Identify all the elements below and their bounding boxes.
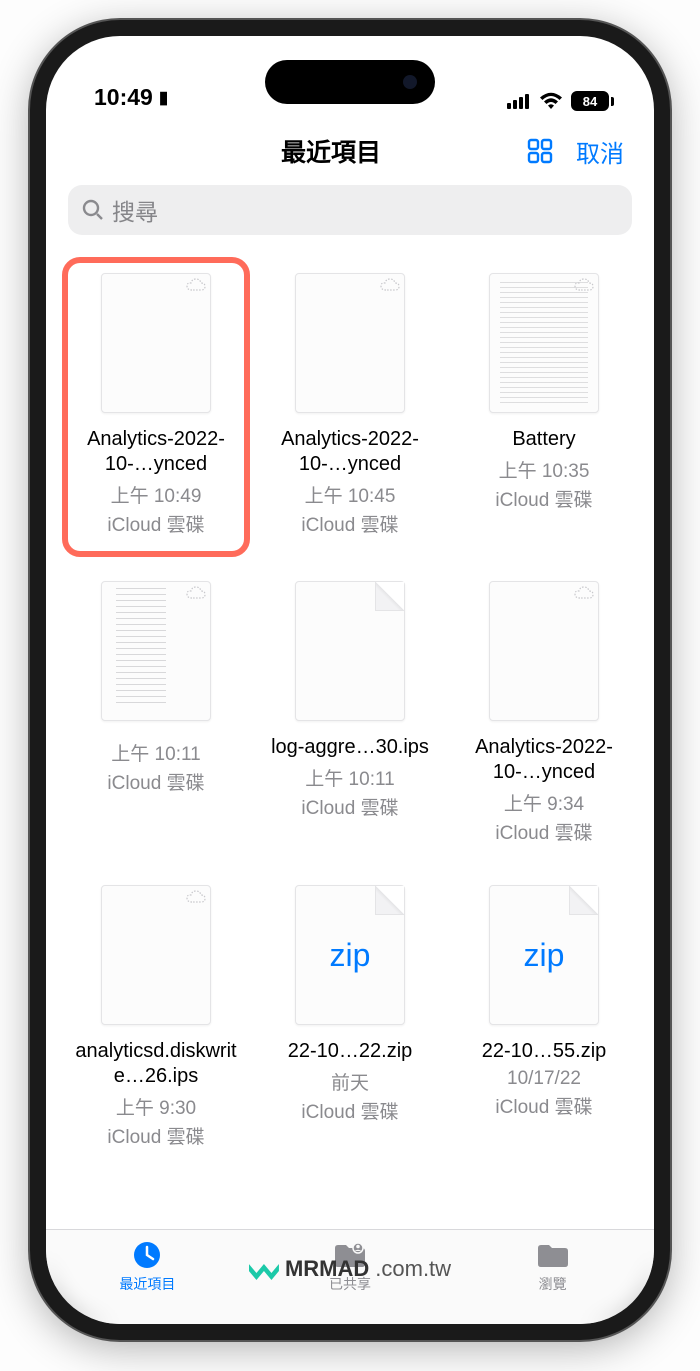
file-item[interactable]: Analytics-2022-10-…ynced 上午 9:34iCloud 雲碟: [452, 575, 636, 851]
file-time: 上午 10:45: [305, 481, 396, 508]
file-thumbnail: [101, 581, 211, 721]
file-item[interactable]: analyticsd.diskwrite…26.ips 上午 9:30iCloud…: [64, 879, 248, 1155]
folder-person-icon: [333, 1240, 367, 1270]
file-thumbnail: [101, 273, 211, 413]
file-thumbnail: zip: [295, 885, 405, 1025]
tab-recents[interactable]: 最近項目: [46, 1230, 249, 1324]
cancel-button[interactable]: 取消: [576, 134, 624, 169]
cellular-icon: [507, 93, 531, 109]
file-time: 上午 9:30: [116, 1093, 196, 1120]
file-name: Battery: [512, 427, 575, 452]
file-name: log-aggre…30.ips: [271, 735, 429, 760]
file-item[interactable]: Analytics-2022-10-…ynced 上午 10:49iCloud 雲…: [62, 257, 250, 557]
file-location: iCloud 雲碟: [107, 510, 204, 537]
file-item[interactable]: log-aggre…30.ips 上午 10:11iCloud 雲碟: [258, 575, 442, 851]
file-name: Analytics-2022-10-…ynced: [265, 427, 435, 477]
search-icon: [82, 199, 104, 221]
file-thumbnail: [295, 273, 405, 413]
file-location: iCloud 雲碟: [495, 1092, 592, 1119]
file-location: iCloud 雲碟: [301, 1097, 398, 1124]
tab-bar: 最近項目 已共享 瀏覽: [46, 1229, 654, 1324]
file-name: Analytics-2022-10-…ynced: [459, 735, 629, 785]
folder-icon: [536, 1240, 570, 1270]
lock-icon: ▮: [159, 88, 168, 108]
file-thumbnail: [489, 273, 599, 413]
file-name: analyticsd.diskwrite…26.ips: [71, 1039, 241, 1089]
file-item[interactable]: Battery 上午 10:35iCloud 雲碟: [452, 267, 636, 547]
wifi-icon: [539, 92, 563, 110]
cloud-icon: [186, 890, 206, 904]
file-thumbnail: [489, 581, 599, 721]
file-time: 上午 10:11: [305, 764, 394, 791]
dynamic-island: [265, 60, 435, 104]
file-location: iCloud 雲碟: [301, 793, 398, 820]
file-item[interactable]: 上午 10:11iCloud 雲碟: [64, 575, 248, 851]
file-item[interactable]: Analytics-2022-10-…ynced 上午 10:45iCloud 雲…: [258, 267, 442, 547]
tab-shared[interactable]: 已共享: [249, 1230, 452, 1324]
file-thumbnail: [295, 581, 405, 721]
view-grid-icon[interactable]: [526, 137, 554, 165]
clock-icon: [132, 1240, 162, 1270]
battery-indicator: 84: [571, 91, 614, 111]
file-time: 上午 10:11: [111, 739, 200, 766]
file-time: 上午 10:49: [111, 481, 202, 508]
search-input[interactable]: 搜尋: [68, 185, 632, 235]
phone-frame: 10:49 ▮ 84 最近項目: [30, 20, 670, 1340]
file-location: iCloud 雲碟: [495, 485, 592, 512]
cloud-icon: [186, 586, 206, 600]
file-name: 22-10…55.zip: [482, 1039, 607, 1064]
file-item[interactable]: zip 22-10…22.zip 前天iCloud 雲碟: [258, 879, 442, 1155]
file-grid[interactable]: Analytics-2022-10-…ynced上午 10:49iCloud 雲…: [46, 249, 654, 1229]
navigation-header: 最近項目 取消: [46, 111, 654, 185]
file-location: iCloud 雲碟: [495, 818, 592, 845]
tab-browse[interactable]: 瀏覽: [451, 1230, 654, 1324]
search-placeholder: 搜尋: [112, 193, 158, 227]
file-time: 10/17/22: [507, 1068, 581, 1090]
cloud-icon: [186, 278, 206, 292]
cloud-icon: [574, 586, 594, 600]
status-time: 10:49: [94, 84, 153, 111]
file-time: 前天: [331, 1068, 369, 1095]
cloud-icon: [380, 278, 400, 292]
file-location: iCloud 雲碟: [301, 510, 398, 537]
file-location: iCloud 雲碟: [107, 1122, 204, 1149]
screen: 10:49 ▮ 84 最近項目: [46, 36, 654, 1324]
file-name: 22-10…22.zip: [288, 1039, 413, 1064]
file-location: iCloud 雲碟: [107, 768, 204, 795]
page-title: 最近項目: [136, 133, 526, 169]
file-thumbnail: [101, 885, 211, 1025]
file-name: Analytics-2022-10-…ynced: [71, 427, 241, 477]
file-time: 上午 9:34: [504, 789, 584, 816]
file-item[interactable]: zip 22-10…55.zip 10/17/22iCloud 雲碟: [452, 879, 636, 1155]
file-time: 上午 10:35: [499, 456, 590, 483]
file-thumbnail: zip: [489, 885, 599, 1025]
